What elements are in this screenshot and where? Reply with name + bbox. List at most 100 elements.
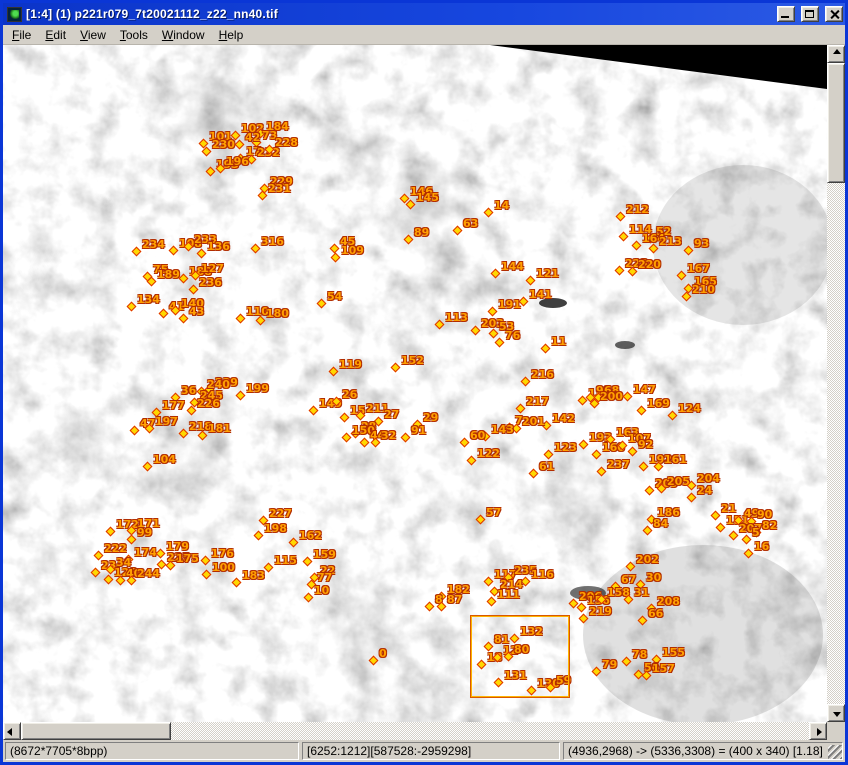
marker-label: 30 — [646, 571, 661, 584]
maximize-button[interactable] — [801, 6, 819, 22]
marker-label: 109 — [341, 244, 364, 257]
scroll-right-button[interactable] — [809, 722, 827, 740]
marker-label: 61 — [539, 460, 554, 473]
marker-label: 142 — [552, 412, 575, 425]
marker-label: 26 — [342, 388, 357, 401]
marker-label: 144 — [501, 260, 524, 273]
marker-label: 24 — [697, 484, 712, 497]
marker-label: 11 — [551, 335, 566, 348]
status-bar: (8672*7705*8bpp) [6252:1212][587528:-295… — [3, 740, 845, 762]
marker-label: 10 — [314, 584, 329, 597]
marker-label: 236 — [199, 276, 222, 289]
marker-label: 226 — [197, 397, 220, 410]
marker-label: 136 — [207, 240, 230, 253]
status-selection-info: (4936,2968) -> (5336,3308) = (400 x 340)… — [563, 742, 843, 760]
marker-label: 199 — [246, 382, 269, 395]
marker-label: 189 — [157, 268, 180, 281]
marker-label: 230 — [212, 138, 235, 151]
marker-label: 174 — [134, 546, 157, 559]
marker-label: 145 — [416, 191, 439, 204]
menu-item-edit[interactable]: Edit — [38, 26, 73, 44]
horizontal-scroll-thumb[interactable] — [21, 722, 171, 740]
marker-label: 220 — [638, 258, 661, 271]
marker-label: 104 — [153, 453, 176, 466]
marker-label: 183 — [242, 569, 265, 582]
window-title: [1:4] (1) p221r079_7t20021112_z22_nn40.t… — [26, 7, 771, 21]
marker-label: 155 — [662, 646, 685, 659]
marker-label: 77 — [317, 571, 332, 584]
marker-label: 175 — [176, 552, 199, 565]
marker-label: 197 — [155, 415, 178, 428]
minimize-button[interactable] — [777, 6, 795, 22]
marker-label: 159 — [313, 548, 336, 561]
marker-label: 181 — [208, 422, 231, 435]
marker-label: 99 — [137, 526, 152, 539]
marker-label: 115 — [274, 554, 297, 567]
marker-label: 127 — [201, 262, 224, 275]
marker-label: 66 — [648, 607, 663, 620]
vertical-scrollbar[interactable] — [827, 45, 845, 722]
status-selection-text: (4936,2968) -> (5336,3308) = (400 x 340)… — [568, 744, 823, 758]
resize-grip[interactable] — [828, 745, 842, 759]
marker-label: 231 — [268, 182, 291, 195]
horizontal-scrollbar[interactable] — [3, 722, 827, 740]
marker-label: 237 — [607, 458, 630, 471]
marker-label: 217 — [526, 395, 549, 408]
marker-label: 78 — [632, 648, 647, 661]
marker-label: 228 — [275, 136, 298, 149]
marker-label: 201 — [522, 415, 545, 428]
scroll-down-button[interactable] — [827, 704, 845, 722]
marker-label: 176 — [211, 547, 234, 560]
marker-label: 91 — [411, 424, 426, 437]
marker-label: 14 — [494, 199, 509, 212]
marker-label: 60 — [470, 429, 485, 442]
arrow-down-icon — [833, 712, 841, 717]
marker-label: 157 — [652, 662, 675, 675]
menu-item-tools[interactable]: Tools — [113, 26, 155, 44]
marker-label: 92 — [638, 438, 653, 451]
scroll-left-button[interactable] — [3, 722, 21, 740]
menu-item-file[interactable]: File — [5, 26, 38, 44]
marker-label: 180 — [266, 307, 289, 320]
marker-label: 200 — [600, 390, 623, 403]
marker-label: 162 — [299, 529, 322, 542]
marker-label: 113 — [445, 311, 468, 324]
maximize-icon — [805, 10, 814, 18]
image-viewport[interactable]: 1011021847342230172322281951962292311461… — [3, 45, 827, 722]
marker-label: 93 — [694, 237, 709, 250]
marker-label: 234 — [142, 238, 165, 251]
marker-label: 27 — [384, 408, 399, 421]
arrow-up-icon — [833, 49, 841, 54]
marker-label: 87 — [447, 593, 462, 606]
marker-label: 191 — [498, 298, 521, 311]
marker-label: 54 — [327, 290, 342, 303]
marker-label: 123 — [554, 441, 577, 454]
close-button[interactable] — [825, 6, 843, 22]
marker-label: 63 — [463, 217, 478, 230]
marker-label: 216 — [531, 368, 554, 381]
menu-bar: FileEditViewToolsWindowHelp — [3, 25, 845, 45]
minimize-icon — [781, 16, 789, 18]
marker-label: 161 — [664, 453, 687, 466]
marker-label: 67 — [621, 573, 636, 586]
menu-item-help[interactable]: Help — [212, 26, 251, 44]
marker-label: 124 — [678, 402, 701, 415]
vertical-scroll-thumb[interactable] — [827, 63, 845, 183]
marker-label: 5 — [752, 526, 760, 539]
arrow-left-icon — [7, 728, 12, 736]
scroll-up-button[interactable] — [827, 45, 845, 63]
marker-label: 244 — [137, 567, 160, 580]
selection-rectangle — [471, 616, 569, 697]
title-bar[interactable]: [1:4] (1) p221r079_7t20021112_z22_nn40.t… — [3, 3, 845, 25]
marker-label: 134 — [137, 293, 160, 306]
marker-label: 31 — [634, 586, 649, 599]
menu-item-view[interactable]: View — [73, 26, 113, 44]
marker-label: 119 — [339, 358, 362, 371]
marker-label: 177 — [162, 399, 185, 412]
menu-item-window[interactable]: Window — [155, 26, 212, 44]
marker-label: 169 — [647, 397, 670, 410]
marker-label: 210 — [692, 283, 715, 296]
marker-label: 79 — [602, 658, 617, 671]
marker-label: 57 — [486, 506, 501, 519]
app-window: [1:4] (1) p221r079_7t20021112_z22_nn40.t… — [0, 0, 848, 765]
